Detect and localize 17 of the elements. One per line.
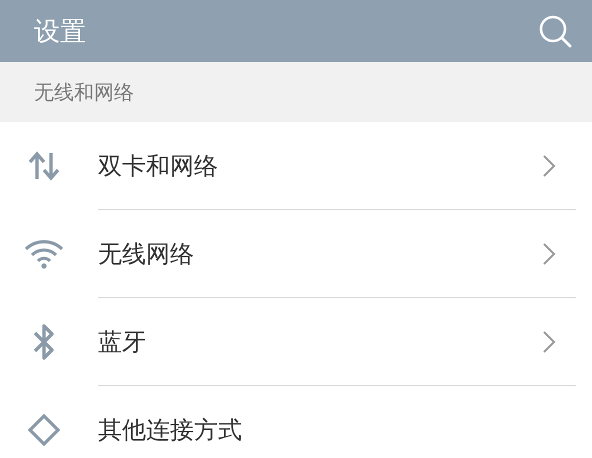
section-heading: 无线和网络 bbox=[34, 78, 134, 106]
settings-item[interactable]: 其他连接方式 bbox=[0, 386, 592, 458]
settings-item[interactable]: 双卡和网络 bbox=[0, 122, 592, 210]
search-icon[interactable] bbox=[538, 14, 572, 48]
chevron-icon bbox=[542, 154, 556, 178]
item-label: 蓝牙 bbox=[98, 326, 146, 358]
up-down-arrows-icon bbox=[27, 151, 61, 181]
page-title: 设置 bbox=[34, 16, 86, 48]
settings-item[interactable]: 无线网络 bbox=[0, 210, 592, 298]
settings-item[interactable]: 蓝牙 bbox=[0, 298, 592, 386]
item-label: 双卡和网络 bbox=[98, 150, 218, 182]
chevron-icon bbox=[542, 242, 556, 266]
wifi-icon bbox=[24, 239, 64, 269]
bluetooth-icon bbox=[32, 323, 56, 361]
chevron-icon bbox=[542, 330, 556, 354]
item-label: 无线网络 bbox=[98, 238, 194, 270]
item-label: 其他连接方式 bbox=[98, 415, 242, 446]
